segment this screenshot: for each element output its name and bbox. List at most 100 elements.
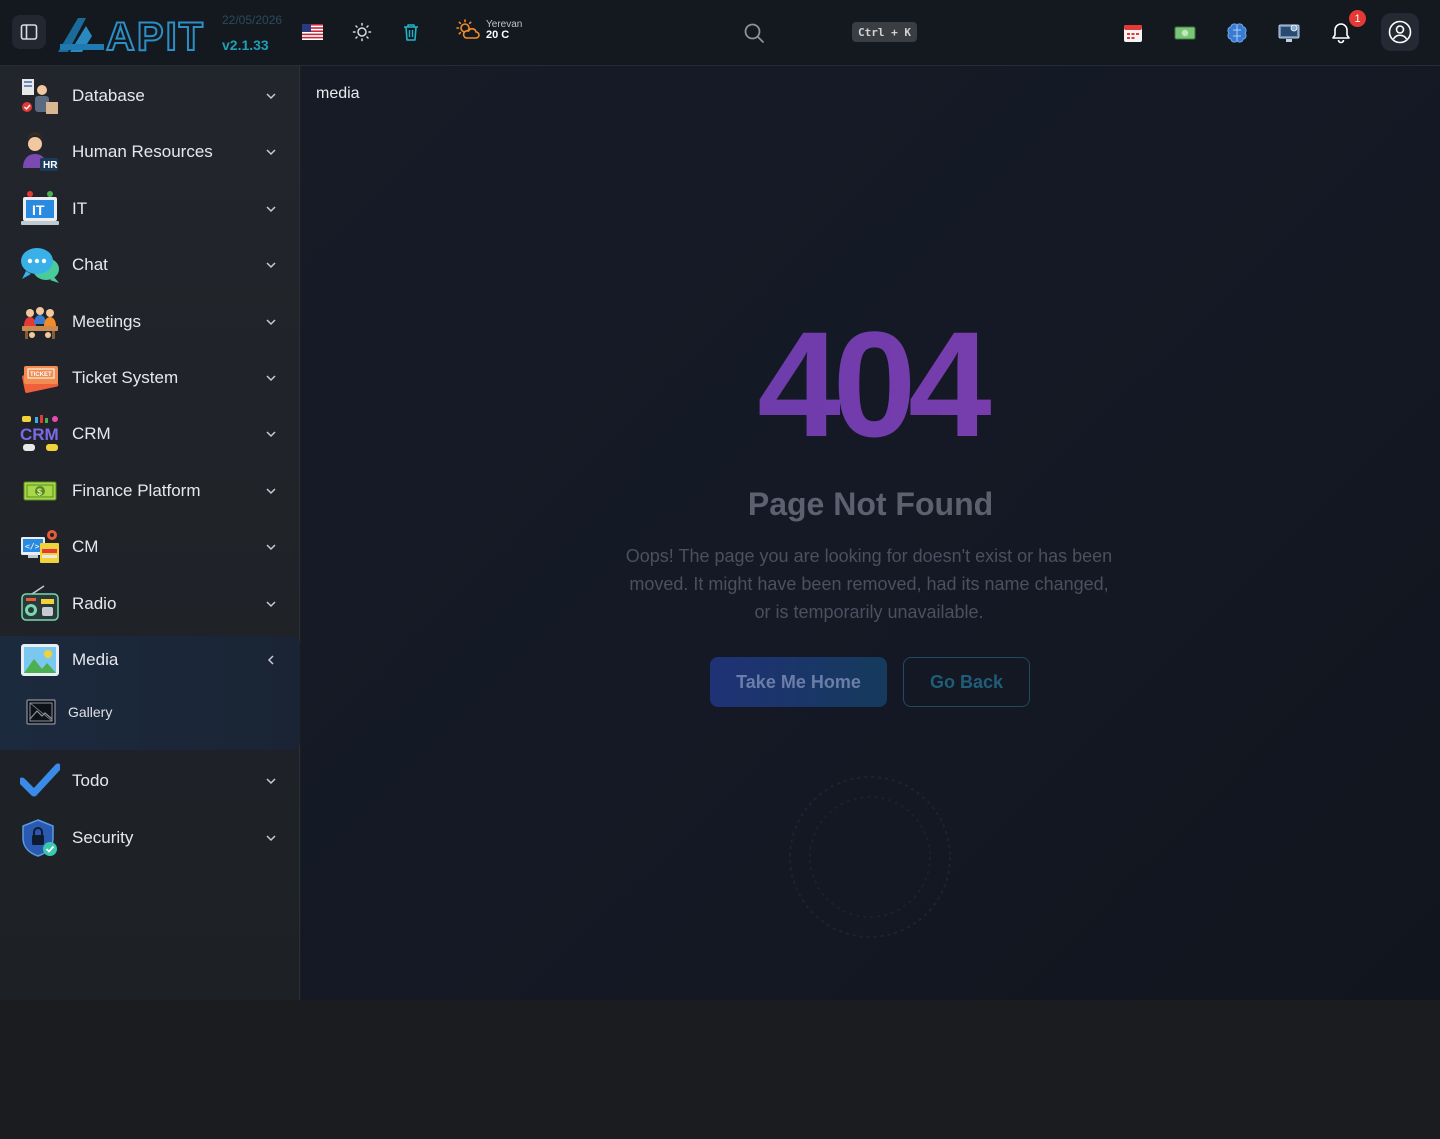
svg-text:CRM: CRM [20,425,59,444]
radio-icon [21,585,59,621]
go-back-button[interactable]: Go Back [903,657,1030,707]
app-version: v2.1.33 [222,37,269,53]
sidebar-item-label: Chat [72,255,108,274]
svg-text:IT: IT [32,202,45,218]
weather-widget[interactable]: Yerevan 20 C [456,19,522,41]
trash-icon [404,24,418,41]
notification-badge: 1 [1349,10,1366,27]
user-menu-button[interactable] [1381,13,1419,51]
brain-icon [1227,23,1247,43]
sidebar-item-label: Radio [72,594,117,613]
sidebar-item-chat[interactable]: Chat [0,237,300,293]
computer-icon [1278,24,1300,42]
human-resources-icon: HR [23,132,58,171]
chat-icon [21,248,59,283]
ai-app-button[interactable] [1224,20,1250,46]
chevron-down-icon [266,835,276,842]
weather-icon [456,19,480,39]
user-circle-icon [1388,20,1412,44]
sidebar-item-label: Human Resources [72,142,213,161]
breadcrumb: media [316,85,360,102]
finance-app-button[interactable] [1172,20,1198,46]
sidebar-item-label: Media [72,650,119,669]
crm-icon: CRM [20,415,59,451]
sidebar: Database HR Human Resources IT IT Chat M… [0,66,300,1000]
sidebar-item-meetings[interactable]: Meetings [0,294,300,350]
chevron-down-icon [266,778,276,785]
chevron-down-icon [266,206,276,213]
search-shortcut-hint: Ctrl + K [852,22,917,42]
theme-toggle-button[interactable] [350,20,374,44]
top-bar: APIT 22/05/2026 v2.1.33 Yerevan 20 C Ctr… [0,0,1440,66]
finance-icon: $ [23,481,57,501]
sidebar-item-ticket-system[interactable]: TICKET Ticket System [0,350,300,406]
sidebar-item-label: CRM [72,424,111,443]
sidebar-item-cm[interactable]: </> CM [0,519,300,575]
logo-text: APIT [106,15,205,54]
sidebar-item-label: IT [72,199,88,218]
chevron-down-icon [266,149,276,156]
error-code: 404 [301,309,1440,459]
sidebar-item-label: Meetings [72,312,141,331]
chevron-down-icon [266,488,276,495]
ticket-icon: TICKET [22,366,59,393]
error-message: Oops! The page you are looking for doesn… [625,546,1113,622]
sidebar-item-media[interactable]: Media [0,632,300,688]
gallery-icon [26,699,56,725]
sidebar-item-radio[interactable]: Radio [0,576,300,632]
take-me-home-button[interactable]: Take Me Home [710,657,887,707]
apit-logo[interactable]: APIT [56,14,216,54]
it-icon: IT [21,191,59,225]
sidebar-item-database[interactable]: Database [0,68,300,124]
header-date: 22/05/2026 [222,13,283,27]
sidebar-item-todo[interactable]: Todo [0,753,300,809]
devices-app-button[interactable] [1276,20,1302,46]
svg-text:$: $ [37,487,42,497]
main-content: media 404 Page Not Found Oops! The page … [301,66,1440,1000]
media-icon [21,644,59,676]
svg-text:TICKET: TICKET [30,372,52,378]
sidebar-toggle-button[interactable] [12,15,46,49]
sidebar-item-crm[interactable]: CRM CRM [0,406,300,462]
cm-icon: </> [21,530,59,563]
sidebar-item-it[interactable]: IT IT [0,181,300,237]
chevron-down-icon [266,262,276,269]
sidebar-item-label: Ticket System [72,368,179,387]
sidebar-item-label: Finance Platform [72,481,201,500]
database-icon [22,79,58,114]
sun-icon [352,22,372,42]
sidebar-item-label: Todo [72,771,109,790]
bell-icon [1332,23,1350,44]
search-icon [744,23,764,43]
calendar-icon [1124,25,1142,42]
calendar-app-button[interactable] [1120,20,1146,46]
chevron-down-icon [266,375,276,382]
sidebar-subitem-gallery[interactable]: Gallery [0,694,300,730]
sidebar-toggle-icon [20,24,38,40]
money-icon [1174,26,1196,40]
sidebar-item-finance-platform[interactable]: $ Finance Platform [0,463,300,519]
chevron-down-icon [266,319,276,326]
svg-text:HR: HR [43,160,58,171]
chevron-down-icon [266,431,276,438]
chevron-down-icon [266,544,276,551]
sidebar-item-label: Security [72,828,134,847]
language-selector[interactable] [302,24,323,40]
sidebar-item-label: CM [72,537,99,556]
decorative-circles [789,776,951,938]
chevron-left-icon [267,655,274,665]
sidebar-item-security[interactable]: Security [0,810,300,866]
sidebar-subitem-label: Gallery [68,704,113,720]
svg-text:</>: </> [25,542,40,551]
todo-icon [20,763,60,797]
weather-temperature: 20 C [486,29,510,41]
security-icon [22,819,57,857]
error-title: Page Not Found [747,486,994,522]
sidebar-item-human-resources[interactable]: HR Human Resources [0,124,300,180]
meetings-icon [22,307,58,339]
us-flag-icon [302,24,323,40]
search-button[interactable] [741,20,767,46]
sidebar-item-label: Database [72,86,145,105]
chevron-down-icon [266,93,276,100]
clear-cache-button[interactable] [399,20,423,44]
